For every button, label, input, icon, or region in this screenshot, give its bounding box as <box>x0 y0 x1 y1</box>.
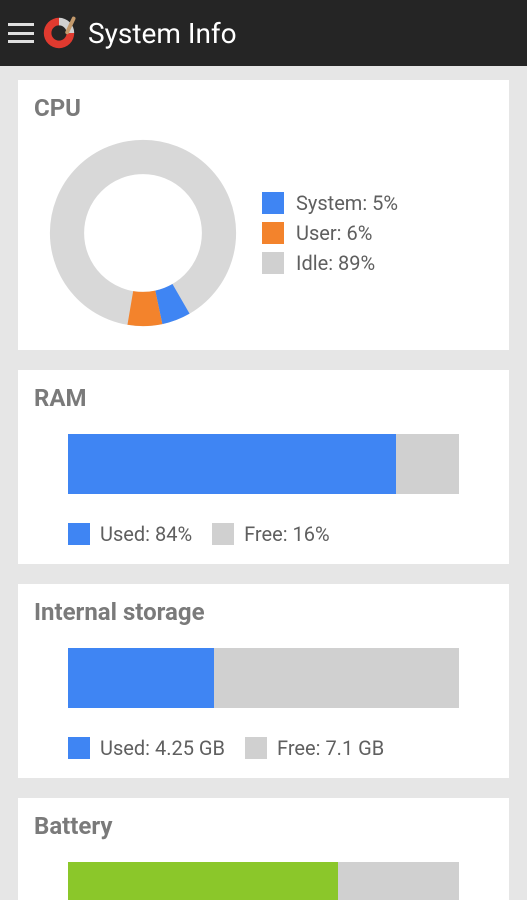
content-area: CPU System: 5% <box>0 66 527 900</box>
storage-used-label: Used: 4.25 GB <box>100 736 225 760</box>
battery-bar <box>68 862 459 900</box>
cpu-title: CPU <box>34 94 493 122</box>
app-logo-icon <box>40 14 78 52</box>
cpu-idle-label: Idle: 89% <box>296 251 375 275</box>
app-header: System Info <box>0 0 527 66</box>
battery-bar-fill <box>68 862 338 900</box>
storage-free-item: Free: 7.1 GB <box>245 736 384 760</box>
ram-card: RAM Used: 84% Free: 16% <box>18 370 509 564</box>
cpu-legend-system: System: 5% <box>262 191 493 215</box>
swatch-grey <box>262 252 284 274</box>
swatch-blue <box>262 192 284 214</box>
storage-legend: Used: 4.25 GB Free: 7.1 GB <box>34 736 493 760</box>
swatch-grey <box>245 737 267 759</box>
cpu-user-label: User: 6% <box>296 221 372 245</box>
storage-free-label: Free: 7.1 GB <box>277 736 384 760</box>
menu-icon[interactable] <box>8 23 34 43</box>
cpu-legend: System: 5% User: 6% Idle: 89% <box>262 185 493 281</box>
ram-bar <box>68 434 459 494</box>
swatch-blue <box>68 737 90 759</box>
ram-legend: Used: 84% Free: 16% <box>34 522 493 546</box>
ram-free-label: Free: 16% <box>244 522 330 546</box>
ram-bar-fill <box>68 434 396 494</box>
battery-card: Battery Level: 69% Temp: 29.20 °C <box>18 798 509 900</box>
cpu-legend-user: User: 6% <box>262 221 493 245</box>
cpu-system-label: System: 5% <box>296 191 398 215</box>
storage-bar-fill <box>68 648 214 708</box>
storage-used-item: Used: 4.25 GB <box>68 736 225 760</box>
ram-title: RAM <box>34 384 493 412</box>
swatch-orange <box>262 222 284 244</box>
ram-used-item: Used: 84% <box>68 522 192 546</box>
page-title: System Info <box>88 17 237 50</box>
ram-used-label: Used: 84% <box>100 522 192 546</box>
cpu-legend-idle: Idle: 89% <box>262 251 493 275</box>
swatch-grey <box>212 523 234 545</box>
battery-title: Battery <box>34 812 493 840</box>
storage-title: Internal storage <box>34 598 493 626</box>
cpu-card: CPU System: 5% <box>18 80 509 350</box>
storage-bar <box>68 648 459 708</box>
swatch-blue <box>68 523 90 545</box>
ram-free-item: Free: 16% <box>212 522 330 546</box>
cpu-donut-chart <box>48 138 238 328</box>
storage-card: Internal storage Used: 4.25 GB Free: 7.1… <box>18 584 509 778</box>
